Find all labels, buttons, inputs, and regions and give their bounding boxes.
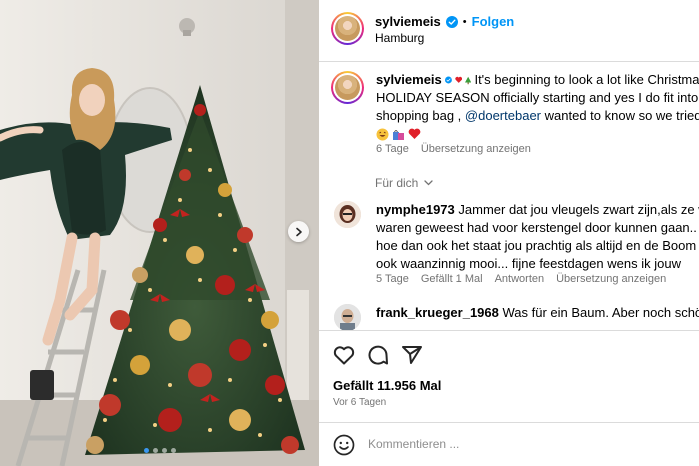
heart-outline-icon [333, 346, 355, 365]
verified-badge-icon [445, 15, 458, 28]
carousel-dot-active [143, 448, 149, 453]
christmas-tree-emoji-icon [465, 76, 472, 84]
caption-line-1: It's beginning to look a lot like Christ… [474, 72, 699, 87]
like-count[interactable]: Gefällt 11.956 Mal [333, 378, 441, 393]
next-slide-button[interactable] [288, 221, 309, 242]
carousel-dot [170, 448, 176, 453]
comment-line-1: Jammer dat jou vleugels zwart zijn,als z… [458, 202, 699, 217]
caption-username[interactable]: sylviemeis [376, 71, 442, 89]
add-comment-bar: Kommentieren ... [319, 422, 699, 466]
caption-text: sylviemeis It's beginning to look a lot … [376, 71, 699, 143]
comment-reply-button[interactable]: Antworten [495, 273, 545, 285]
comment-line-4: ook waanzinnig mooi... fijne feestdagen … [376, 256, 681, 271]
comment-button[interactable] [366, 343, 390, 367]
caption-line-3-start: shopping bag , [376, 108, 462, 123]
comment-sort-label: Für dich [375, 176, 419, 190]
post-age: Vor 6 Tagen [333, 397, 387, 408]
post-photo [0, 0, 319, 466]
caption-translate-link[interactable]: Übersetzung anzeigen [421, 143, 531, 155]
post-actions: Gefällt 11.956 Mal Vor 6 Tagen Kommentie… [319, 330, 699, 466]
carousel-dot [152, 448, 158, 453]
comment-likes[interactable]: Gefällt 1 Mal [421, 273, 483, 285]
verified-badge-icon [444, 76, 452, 84]
commenter-username[interactable]: nymphe1973 [376, 202, 455, 217]
comment-time[interactable]: 5 Tage [376, 273, 409, 285]
commenter-avatar[interactable] [334, 304, 361, 330]
carousel-dot [161, 448, 167, 453]
comment-meta: 5 Tage Gefällt 1 Mal Antworten Übersetzu… [376, 273, 666, 285]
post-side-panel: sylviemeis • Folgen Hamburg sylviemeis I… [319, 0, 699, 466]
shopping-bags-emoji-icon [393, 129, 404, 140]
separator-dot: • [462, 15, 467, 28]
caption-line-2: HOLIDAY SEASON officially starting and y… [376, 90, 699, 105]
share-button[interactable] [400, 343, 424, 367]
paper-plane-icon [402, 346, 422, 364]
comment-text: frank_krueger_1968 Was für ein Baum. Abe… [376, 304, 699, 322]
comment-text: nymphe1973 Jammer dat jou vleugels zwart… [376, 201, 699, 273]
like-button[interactable] [332, 343, 356, 367]
follow-button[interactable]: Folgen [472, 14, 515, 29]
caption-line-3-end: wanted to know so we tried out [544, 108, 699, 123]
post-media [0, 0, 319, 466]
caption-mention-link[interactable]: @doertebaer [465, 108, 541, 123]
red-heart-emoji-icon [455, 76, 462, 83]
smiley-icon [333, 434, 355, 456]
comments-area[interactable]: sylviemeis It's beginning to look a lot … [319, 62, 699, 330]
laughing-emoji-icon [376, 128, 389, 140]
red-heart-emoji-icon [408, 128, 421, 139]
comment-translate-link[interactable]: Übersetzung anzeigen [556, 273, 666, 285]
caption-time[interactable]: 6 Tage [376, 143, 409, 155]
post-location[interactable]: Hamburg [375, 31, 424, 45]
carousel-indicator [0, 448, 319, 453]
comment-sort-dropdown[interactable]: Für dich [375, 176, 434, 190]
caption-meta: 6 Tage Übersetzung anzeigen [376, 143, 531, 155]
author-username[interactable]: sylviemeis [375, 14, 441, 29]
comment-body: Was für ein Baum. Aber noch schöner fin [502, 305, 699, 320]
author-avatar[interactable] [331, 12, 364, 45]
caption-avatar[interactable] [331, 71, 364, 104]
speech-bubble-icon [368, 345, 388, 365]
comment-line-2: waren geweest had voor kerstengel door k… [376, 220, 699, 235]
comment-input[interactable]: Kommentieren ... [368, 437, 459, 451]
comment-line-3: hoe dan ook het staat jou prachtig als a… [376, 238, 697, 253]
commenter-username[interactable]: frank_krueger_1968 [376, 305, 499, 320]
post-header: sylviemeis • Folgen Hamburg [319, 0, 699, 62]
chevron-down-icon [424, 180, 434, 186]
commenter-avatar[interactable] [334, 201, 361, 228]
emoji-picker-button[interactable] [333, 434, 357, 458]
chevron-right-icon [295, 227, 302, 236]
